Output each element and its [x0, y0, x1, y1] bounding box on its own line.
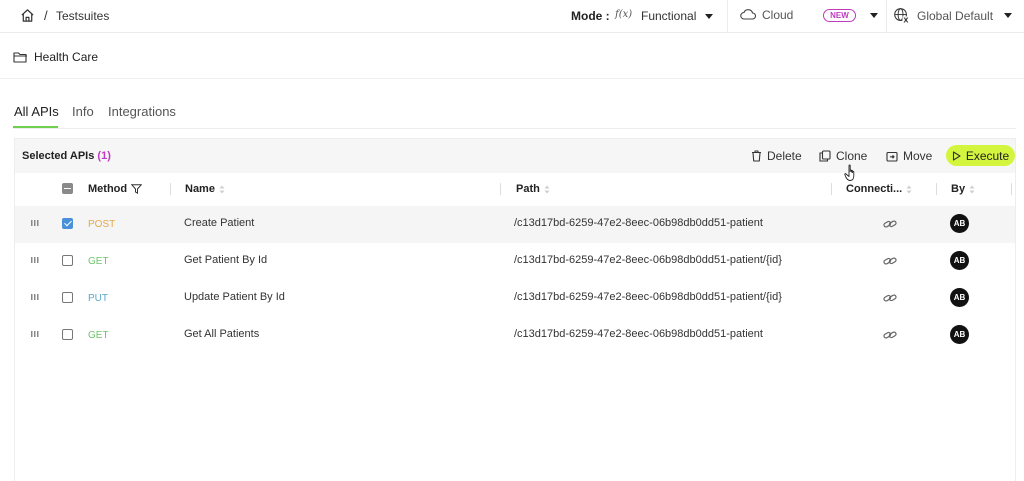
- column-path[interactable]: Path: [516, 183, 550, 195]
- api-path: /c13d17bd-6259-47e2-8eec-06b98db0dd51-pa…: [514, 291, 782, 303]
- api-name[interactable]: Get Patient By Id: [184, 254, 267, 266]
- play-icon: [952, 150, 961, 161]
- table-header: Method Name Path Connecti... By: [15, 173, 1015, 205]
- region-dropdown[interactable]: Global Default: [917, 9, 993, 23]
- avatar: AB: [950, 325, 969, 344]
- method-badge: PUT: [88, 293, 108, 304]
- table-row[interactable]: GET Get Patient By Id /c13d17bd-6259-47e…: [15, 243, 1015, 280]
- api-name[interactable]: Create Patient: [184, 217, 254, 229]
- table-row[interactable]: POST Create Patient /c13d17bd-6259-47e2-…: [15, 206, 1015, 243]
- avatar: AB: [950, 251, 969, 270]
- column-divider: [936, 183, 937, 195]
- avatar: AB: [950, 214, 969, 233]
- api-name[interactable]: Update Patient By Id: [184, 291, 285, 303]
- folder-icon: [13, 52, 27, 63]
- tabs-divider: [13, 128, 1016, 129]
- move-folder-icon: [886, 151, 898, 162]
- sort-icon[interactable]: [969, 185, 975, 194]
- mode-dropdown[interactable]: Functional: [641, 9, 696, 23]
- execute-button[interactable]: Execute: [946, 145, 1015, 166]
- table-row[interactable]: GET Get All Patients /c13d17bd-6259-47e2…: [15, 317, 1015, 354]
- method-badge: GET: [88, 330, 109, 341]
- breadcrumb-testsuites[interactable]: Testsuites: [56, 9, 109, 23]
- breadcrumb-separator: /: [44, 8, 48, 23]
- svg-text:X: X: [903, 17, 908, 24]
- avatar: AB: [950, 288, 969, 307]
- api-path: /c13d17bd-6259-47e2-8eec-06b98db0dd51-pa…: [514, 328, 763, 340]
- cloud-icon: [740, 9, 756, 20]
- top-bar: / Testsuites Mode : f(x) Functional Clou…: [0, 0, 1024, 33]
- home-icon[interactable]: [20, 8, 35, 23]
- row-checkbox[interactable]: [62, 255, 73, 266]
- column-connections[interactable]: Connecti...: [846, 183, 912, 195]
- column-by[interactable]: By: [951, 183, 975, 195]
- api-name[interactable]: Get All Patients: [184, 328, 259, 340]
- table-row[interactable]: PUT Update Patient By Id /c13d17bd-6259-…: [15, 280, 1015, 317]
- drag-handle-icon[interactable]: [31, 331, 39, 337]
- tab-integrations[interactable]: Integrations: [108, 104, 176, 119]
- trash-icon: [752, 150, 761, 162]
- filter-icon[interactable]: [131, 184, 143, 194]
- divider: [886, 0, 887, 33]
- clone-button[interactable]: Clone: [819, 149, 867, 163]
- selected-count: (1): [97, 150, 111, 162]
- suite-header: Health Care: [0, 33, 1024, 79]
- move-button[interactable]: Move: [886, 149, 932, 163]
- api-list-panel: Selected APIs (1) Delete Clone Move Exec…: [14, 138, 1016, 481]
- tab-info[interactable]: Info: [72, 104, 94, 119]
- region-chevron-down-icon[interactable]: [1004, 13, 1012, 18]
- globe-icon: X: [894, 8, 910, 24]
- column-divider: [1011, 183, 1012, 195]
- hand-cursor-icon: [844, 164, 855, 181]
- column-divider: [500, 183, 501, 195]
- sort-icon[interactable]: [544, 185, 550, 194]
- row-checkbox[interactable]: [62, 329, 73, 340]
- function-icon: f(x): [615, 9, 633, 20]
- tab-all-apis[interactable]: All APIs: [14, 104, 59, 119]
- column-divider: [831, 183, 832, 195]
- new-badge: NEW: [823, 9, 856, 22]
- method-badge: POST: [88, 219, 116, 230]
- sort-icon[interactable]: [219, 185, 225, 194]
- drag-handle-icon[interactable]: [31, 220, 39, 226]
- selected-apis-label: Selected APIs (1): [22, 150, 111, 162]
- copy-icon: [819, 150, 831, 162]
- link-icon[interactable]: [883, 255, 897, 267]
- cloud-chevron-down-icon[interactable]: [870, 13, 878, 18]
- row-checkbox[interactable]: [62, 218, 73, 229]
- drag-handle-icon[interactable]: [31, 257, 39, 263]
- mode-chevron-down-icon[interactable]: [705, 14, 713, 19]
- column-name[interactable]: Name: [185, 183, 225, 195]
- mode-label: Mode :: [571, 9, 610, 23]
- api-path: /c13d17bd-6259-47e2-8eec-06b98db0dd51-pa…: [514, 254, 782, 266]
- link-icon[interactable]: [883, 292, 897, 304]
- cloud-option[interactable]: Cloud: [762, 8, 793, 22]
- column-method[interactable]: Method: [88, 183, 143, 195]
- panel-toolbar: Selected APIs (1) Delete Clone Move Exec…: [15, 139, 1015, 173]
- row-checkbox[interactable]: [62, 292, 73, 303]
- delete-button[interactable]: Delete: [751, 149, 802, 163]
- link-icon[interactable]: [883, 218, 897, 230]
- select-all-checkbox[interactable]: [62, 183, 73, 194]
- suite-title: Health Care: [34, 50, 99, 64]
- method-badge: GET: [88, 256, 109, 267]
- drag-handle-icon[interactable]: [31, 294, 39, 300]
- link-icon[interactable]: [883, 329, 897, 341]
- sort-icon[interactable]: [906, 185, 912, 194]
- divider: [727, 0, 728, 33]
- api-path: /c13d17bd-6259-47e2-8eec-06b98db0dd51-pa…: [514, 217, 763, 229]
- column-divider: [170, 183, 171, 195]
